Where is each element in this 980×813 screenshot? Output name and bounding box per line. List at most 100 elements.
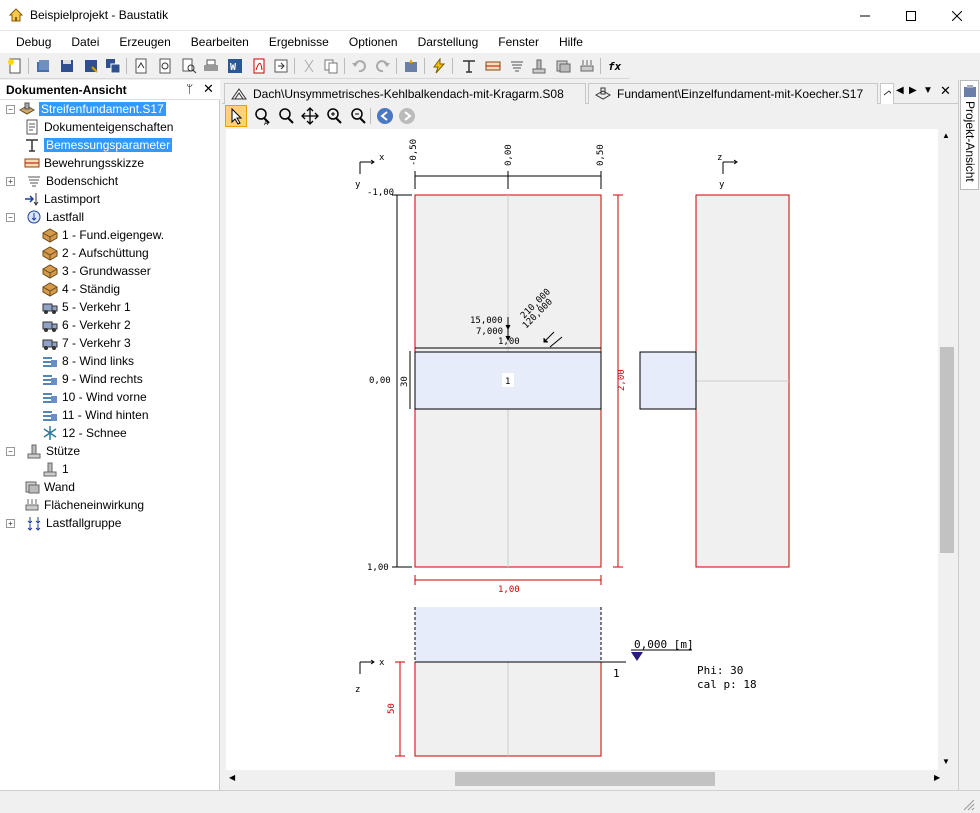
menu-datei[interactable]: Datei xyxy=(61,31,109,53)
tab-scroll-right-icon[interactable]: ▶ xyxy=(909,85,917,96)
tree-item[interactable]: 1 - Fund.eigengew. xyxy=(6,226,218,244)
tab-dach[interactable]: Dach\Unsymmetrisches-Kehlbalkendach-mit-… xyxy=(224,83,586,104)
maximize-button[interactable] xyxy=(888,0,934,31)
menu-bearbeiten[interactable]: Bearbeiten xyxy=(181,31,259,53)
tree-item[interactable]: 4 - Ständig xyxy=(6,280,218,298)
collapse-icon[interactable]: − xyxy=(6,212,15,222)
zoom-document-button[interactable] xyxy=(180,57,198,75)
menu-hilfe[interactable]: Hilfe xyxy=(549,31,593,53)
select-tool-button[interactable] xyxy=(225,105,247,127)
open-project-button[interactable] xyxy=(34,57,52,75)
new-button[interactable] xyxy=(6,57,24,75)
vertical-scrollbar[interactable]: ▲ ▼ xyxy=(938,129,955,770)
undo-button[interactable] xyxy=(350,57,368,75)
area-load-button[interactable] xyxy=(578,57,596,75)
tree-item[interactable]: 8 - Wind links xyxy=(6,352,218,370)
tree-item[interactable]: Lastimport xyxy=(6,190,218,208)
horizontal-scroll-thumb[interactable] xyxy=(455,772,715,786)
section-z-axis-label: z xyxy=(355,685,360,695)
tree-item[interactable]: Flächeneinwirkung xyxy=(6,496,218,514)
print-preview-button[interactable] xyxy=(156,57,174,75)
print-button[interactable] xyxy=(202,57,220,75)
pin-icon[interactable]: ᛘ xyxy=(186,82,193,96)
menu-ergebnisse[interactable]: Ergebnisse xyxy=(259,31,339,53)
tree-item[interactable]: 10 - Wind vorne xyxy=(6,388,218,406)
soil-layer-button[interactable] xyxy=(508,57,526,75)
export-button[interactable] xyxy=(272,57,290,75)
calculate-button[interactable] xyxy=(430,57,448,75)
tree-item[interactable]: 9 - Wind rechts xyxy=(6,370,218,388)
tree-item-label: 2 - Aufschüttung xyxy=(62,246,149,260)
tree-item[interactable]: Bewehrungsskizze xyxy=(6,154,218,172)
back-button[interactable] xyxy=(376,107,394,128)
drawing-canvas[interactable]: x y -0,50 0,00 0,50 -1,00 0,00 1,00 1 30 xyxy=(226,129,938,770)
zoom-in-button[interactable] xyxy=(324,106,344,129)
properties-button[interactable] xyxy=(402,57,420,75)
expand-icon[interactable]: + xyxy=(6,176,15,186)
wall-button[interactable] xyxy=(554,57,572,75)
tab-list-icon[interactable]: ▼ xyxy=(923,85,933,96)
tab-active[interactable] xyxy=(880,83,894,104)
collapse-icon[interactable]: − xyxy=(6,446,15,456)
save-button[interactable] xyxy=(58,57,76,75)
vertical-scroll-thumb[interactable] xyxy=(940,347,954,553)
resize-grip-icon[interactable] xyxy=(962,798,976,812)
reinforcement-sketch-button[interactable] xyxy=(484,57,502,75)
tree-item[interactable]: 2 - Aufschüttung xyxy=(6,244,218,262)
tree-item[interactable]: 6 - Verkehr 2 xyxy=(6,316,218,334)
word-export-button[interactable]: W xyxy=(226,57,244,75)
tree-item[interactable]: 12 - Schnee xyxy=(6,424,218,442)
tree-item[interactable]: 5 - Verkehr 1 xyxy=(6,298,218,316)
copy-button[interactable] xyxy=(322,57,340,75)
cut-button[interactable] xyxy=(300,57,318,75)
horizontal-scrollbar[interactable]: ◀ ▶ xyxy=(226,770,955,788)
printer-icon xyxy=(204,59,218,71)
tree-item[interactable]: Wand xyxy=(6,478,218,496)
panel-close-icon[interactable]: ✕ xyxy=(203,81,214,97)
tree-item[interactable]: 11 - Wind hinten xyxy=(6,406,218,424)
tree-item[interactable]: + Lastfallgruppe xyxy=(6,514,218,532)
tab-close-icon[interactable]: ✕ xyxy=(940,83,951,99)
tree-item[interactable]: 7 - Verkehr 3 xyxy=(6,334,218,352)
pdf-export-button[interactable] xyxy=(250,57,268,75)
wall-side-view[interactable] xyxy=(639,351,697,410)
tree-item[interactable]: Dokumenteigenschaften xyxy=(6,118,218,136)
tree-item[interactable]: Bemessungsparameter xyxy=(6,136,218,154)
zoom-icon xyxy=(279,108,294,124)
menu-erzeugen[interactable]: Erzeugen xyxy=(109,31,180,53)
save-all-button[interactable] xyxy=(104,57,122,75)
design-parameters-button[interactable] xyxy=(460,57,478,75)
save-as-button[interactable] xyxy=(82,57,100,75)
project-view-tab[interactable]: Projekt-Ansicht xyxy=(960,80,979,190)
tree-item[interactable]: − Lastfall xyxy=(6,208,218,226)
tree-item[interactable]: 3 - Grundwasser xyxy=(6,262,218,280)
scroll-down-icon[interactable]: ▼ xyxy=(942,757,950,766)
tab-fundament[interactable]: Fundament\Einzelfundament-mit-Koecher.S1… xyxy=(588,83,878,104)
scroll-up-icon[interactable]: ▲ xyxy=(942,131,950,140)
expand-icon[interactable]: + xyxy=(6,518,15,528)
wall-section[interactable] xyxy=(415,607,601,662)
formula-button[interactable]: fx xyxy=(606,57,624,75)
tree-root[interactable]: − Streifenfundament.S17 xyxy=(6,100,218,118)
menu-optionen[interactable]: Optionen xyxy=(339,31,408,53)
tree-item[interactable]: + Bodenschicht xyxy=(6,172,218,190)
menu-fenster[interactable]: Fenster xyxy=(488,31,549,53)
scroll-right-icon[interactable]: ▶ xyxy=(934,773,940,782)
menu-darstellung[interactable]: Darstellung xyxy=(408,31,489,53)
minimize-button[interactable] xyxy=(842,0,888,31)
column-button[interactable] xyxy=(530,57,548,75)
redo-button[interactable] xyxy=(374,57,392,75)
zoom-button[interactable] xyxy=(276,106,296,129)
tree-expander[interactable]: − xyxy=(6,104,15,114)
tree-item[interactable]: 1 xyxy=(6,460,218,478)
pan-button[interactable] xyxy=(300,106,320,129)
scroll-left-icon[interactable]: ◀ xyxy=(229,773,235,782)
tab-scroll-left-icon[interactable]: ◀ xyxy=(896,85,904,96)
menu-debug[interactable]: Debug xyxy=(6,31,61,53)
zoom-out-button[interactable] xyxy=(348,106,368,129)
close-button[interactable] xyxy=(934,0,980,31)
zoom-area-button[interactable]: A xyxy=(252,106,272,129)
page-setup-button[interactable] xyxy=(132,57,150,75)
forward-button[interactable] xyxy=(398,107,416,128)
tree-item[interactable]: − Stütze xyxy=(6,442,218,460)
